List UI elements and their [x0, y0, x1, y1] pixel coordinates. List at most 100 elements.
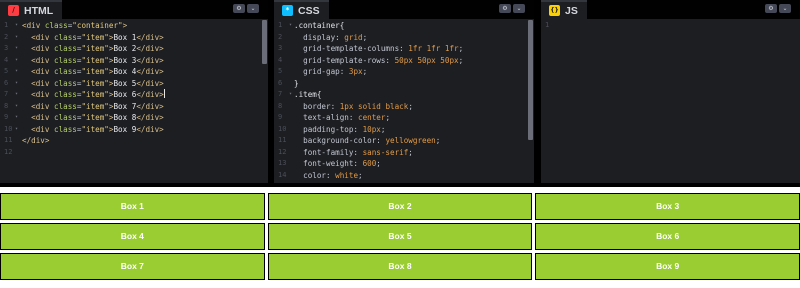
code-line: text-align: center; [294, 112, 390, 124]
code-line: <div class="item">Box 8</div> [22, 112, 164, 124]
fold-arrow-icon[interactable]: ▾ [15, 32, 21, 44]
code-token: </div> [22, 136, 50, 145]
code-line: background-color: yellowgreen; [294, 135, 440, 147]
css-scroll-thumb[interactable] [528, 20, 533, 140]
html-scrollbar[interactable] [262, 20, 268, 183]
tab-js-label: JS [565, 4, 578, 17]
html-settings-button[interactable]: ⚙ [233, 4, 245, 13]
js-gutter: 1 [541, 20, 563, 183]
code-token: ; [385, 113, 391, 122]
code-token: background-color: [294, 136, 386, 145]
code-line: <div class="container"> [22, 20, 127, 32]
tab-html-label: HTML [24, 4, 54, 17]
js-code-editor[interactable] [563, 20, 800, 183]
preview-box: Box 8 [267, 253, 533, 280]
js-expand-button[interactable]: ⌄ [779, 4, 791, 13]
code-token: Box 1 [113, 32, 137, 42]
code-token: <div [31, 32, 55, 42]
js-panel-header: {} JS ⚙ ⌄ [541, 0, 800, 19]
css-settings-button[interactable]: ⚙ [499, 4, 511, 13]
code-token: </div> [136, 32, 164, 42]
preview-box: Box 1 [0, 193, 265, 220]
code-token: ; [358, 170, 363, 180]
code-line: } [294, 78, 299, 90]
code-line: <div class="item">Box 1</div> [22, 32, 164, 44]
line-number: 13 [278, 159, 287, 167]
code-token: .container{ [294, 21, 345, 30]
line-number: 3 [278, 44, 283, 52]
js-icon: {} [549, 5, 560, 16]
fold-arrow-icon[interactable]: ▾ [15, 55, 21, 67]
css-editor-panel: * CSS ⚙ ⌄ 1 ▾ 2 3 4 5 6 7 ▾ 8 9 10 11 12 13 14 .contain… [274, 0, 534, 183]
code-token: class [54, 101, 77, 111]
tab-js[interactable]: {} JS [541, 0, 587, 19]
code-token: </div> [136, 55, 164, 65]
fold-arrow-icon[interactable]: ▾ [15, 78, 21, 90]
fold-arrow-icon[interactable]: ▾ [15, 43, 21, 55]
code-token: ; [408, 147, 413, 157]
fold-arrow-icon[interactable]: ▾ [15, 124, 21, 136]
tab-html[interactable]: / HTML [0, 0, 63, 19]
code-line: </div> [22, 135, 49, 147]
code-token: > [122, 21, 128, 30]
code-token: grid-template-columns: [294, 44, 409, 53]
code-token: 3px [348, 67, 363, 76]
code-line: <div class="item">Box 4</div> [22, 66, 164, 78]
line-number: 1 [545, 21, 550, 29]
code-token: padding-top: [294, 124, 363, 134]
gear-icon: ⚙ [502, 4, 508, 12]
gear-icon: ⚙ [236, 4, 242, 12]
code-token: ; [458, 55, 464, 65]
line-number: 4 [278, 55, 283, 64]
code-token: <div [31, 90, 55, 99]
code-token: solid black [353, 101, 409, 111]
code-token: "item" [81, 44, 109, 53]
fold-arrow-icon[interactable]: ▾ [15, 66, 21, 78]
code-line: <div class="item">Box 3</div> [22, 55, 164, 67]
html-scroll-thumb[interactable] [262, 20, 267, 64]
css-code-editor[interactable]: .container{ display: grid; grid-template… [294, 20, 534, 183]
code-line: <div class="item">Box 6</div> [22, 89, 165, 101]
css-expand-button[interactable]: ⌄ [513, 4, 525, 13]
fold-arrow-icon[interactable]: ▾ [15, 101, 21, 113]
line-number: 11 [278, 136, 287, 144]
code-token: border: [294, 101, 340, 111]
code-token: <div [31, 55, 55, 65]
code-line: <div class="item">Box 5</div> [22, 78, 164, 90]
code-token: Box 9 [113, 124, 137, 134]
fold-arrow-icon[interactable]: ▾ [15, 112, 21, 124]
gear-icon: ⚙ [768, 4, 774, 12]
code-line: padding-top: 10px; [294, 124, 385, 136]
tab-css[interactable]: * CSS [274, 0, 329, 19]
html-code-editor[interactable]: <div class="container"> <div class="item… [22, 20, 268, 183]
fold-arrow-icon[interactable]: ▾ [15, 20, 21, 32]
html-expand-button[interactable]: ⌄ [247, 4, 259, 13]
chevron-down-icon: ⌄ [250, 4, 256, 12]
code-token: <div [31, 124, 55, 134]
code-line: grid-template-columns: 1fr 1fr 1fr; [294, 43, 463, 55]
js-settings-button[interactable]: ⚙ [765, 4, 777, 13]
css-scrollbar[interactable] [528, 20, 534, 183]
code-token: "container" [72, 21, 123, 30]
code-line: font-family: sans-serif; [294, 147, 413, 159]
code-token: ; [376, 159, 381, 168]
text-cursor [163, 89, 165, 98]
tab-css-label: CSS [298, 4, 320, 17]
code-token: text-align: [294, 113, 359, 122]
css-panel-header: * CSS ⚙ ⌄ [274, 0, 534, 19]
code-token: 600 [362, 159, 377, 168]
preview-box: Box 2 [267, 193, 533, 220]
code-token: <div [31, 67, 55, 76]
fold-arrow-icon[interactable]: ▾ [15, 89, 21, 101]
code-line: <div class="item">Box 7</div> [22, 101, 164, 113]
preview-box: Box 3 [535, 193, 800, 220]
code-token: Box 5 [113, 78, 137, 88]
preview-box: Box 5 [267, 223, 533, 250]
code-line: border: 1px solid black; [294, 101, 413, 113]
code-token: class [54, 67, 77, 76]
code-token: ; [362, 67, 368, 76]
